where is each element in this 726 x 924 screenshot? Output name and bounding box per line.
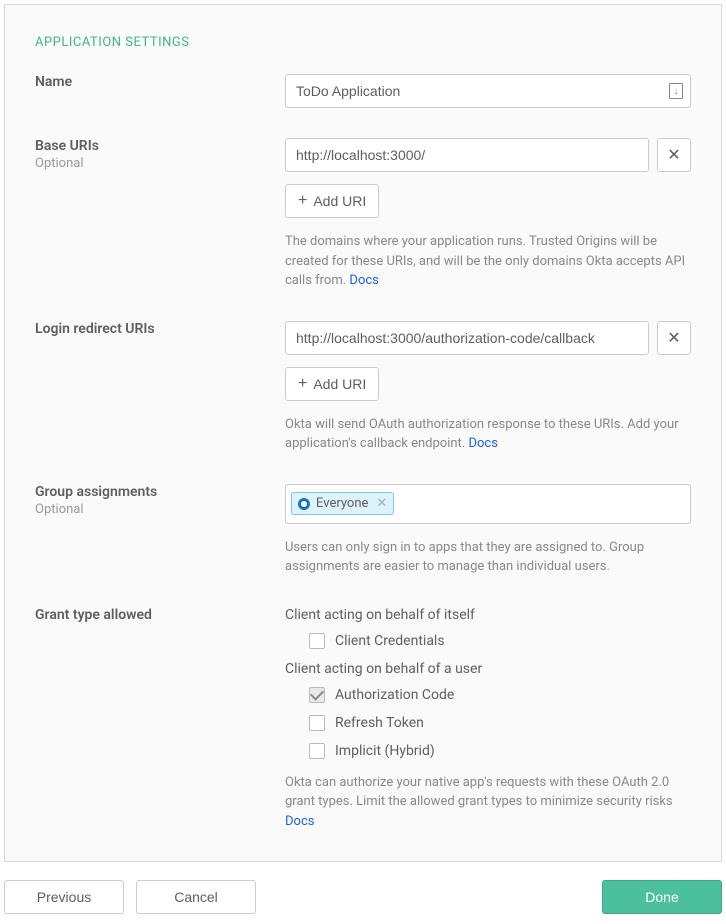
group-tag-label: Everyone xyxy=(316,496,368,511)
close-icon: ✕ xyxy=(667,328,680,348)
login-redirect-label: Login redirect URIs xyxy=(35,321,285,337)
base-uris-help: The domains where your application runs.… xyxy=(285,232,691,291)
previous-button[interactable]: Previous xyxy=(4,880,124,914)
close-icon: ✕ xyxy=(667,145,680,165)
authorization-code-label: Authorization Code xyxy=(335,687,454,703)
add-uri-label: Add URI xyxy=(313,193,366,209)
implicit-label: Implicit (Hybrid) xyxy=(335,743,435,759)
settings-panel: APPLICATION SETTINGS Name ↓ Base URIs Op… xyxy=(4,4,722,862)
plus-icon: + xyxy=(298,193,307,209)
add-base-uri-button[interactable]: + Add URI xyxy=(285,184,379,218)
plus-icon: + xyxy=(298,376,307,392)
row-group-assignments: Group assignments Optional Everyone ✕ Us… xyxy=(35,484,691,577)
login-redirect-input[interactable] xyxy=(285,321,649,355)
row-grant-type: Grant type allowed Client acting on beha… xyxy=(35,607,691,832)
footer: Previous Cancel Done xyxy=(0,862,726,924)
remove-group-tag[interactable]: ✕ xyxy=(376,496,387,511)
add-login-redirect-button[interactable]: + Add URI xyxy=(285,367,379,401)
grant-docs-link[interactable]: Docs xyxy=(285,814,314,829)
base-uris-label: Base URIs xyxy=(35,138,285,154)
section-title: APPLICATION SETTINGS xyxy=(35,35,691,50)
cancel-button[interactable]: Cancel xyxy=(136,880,256,914)
remove-base-uri-button[interactable]: ✕ xyxy=(657,138,691,172)
row-name: Name ↓ xyxy=(35,74,691,108)
base-uris-optional: Optional xyxy=(35,156,285,171)
group-label: Group assignments xyxy=(35,484,285,500)
client-credentials-label: Client Credentials xyxy=(335,633,445,649)
checkbox-client-credentials[interactable] xyxy=(309,633,325,649)
grant-user-heading: Client acting on behalf of a user xyxy=(285,661,691,677)
group-icon xyxy=(298,498,310,510)
group-help: Users can only sign in to apps that they… xyxy=(285,538,691,577)
done-button[interactable]: Done xyxy=(602,880,722,914)
grant-self-heading: Client acting on behalf of itself xyxy=(285,607,691,623)
name-label: Name xyxy=(35,74,285,90)
grant-label: Grant type allowed xyxy=(35,607,285,623)
refresh-token-label: Refresh Token xyxy=(335,715,424,731)
checkbox-implicit[interactable] xyxy=(309,743,325,759)
name-input[interactable] xyxy=(285,74,691,108)
base-uri-input[interactable] xyxy=(285,138,649,172)
group-tag-everyone: Everyone ✕ xyxy=(291,492,394,515)
group-optional: Optional xyxy=(35,502,285,517)
group-input[interactable]: Everyone ✕ xyxy=(285,484,691,524)
add-uri-label: Add URI xyxy=(313,376,366,392)
checkbox-authorization-code[interactable] xyxy=(309,687,325,703)
grant-help: Okta can authorize your native app's req… xyxy=(285,773,691,832)
login-redirect-help: Okta will send OAuth authorization respo… xyxy=(285,415,691,454)
row-login-redirect: Login redirect URIs ✕ + Add URI Okta wil… xyxy=(35,321,691,454)
login-redirect-docs-link[interactable]: Docs xyxy=(468,436,497,451)
base-uris-docs-link[interactable]: Docs xyxy=(349,273,378,288)
row-base-uris: Base URIs Optional ✕ + Add URI The domai… xyxy=(35,138,691,291)
remove-login-redirect-button[interactable]: ✕ xyxy=(657,321,691,355)
checkbox-refresh-token[interactable] xyxy=(309,715,325,731)
